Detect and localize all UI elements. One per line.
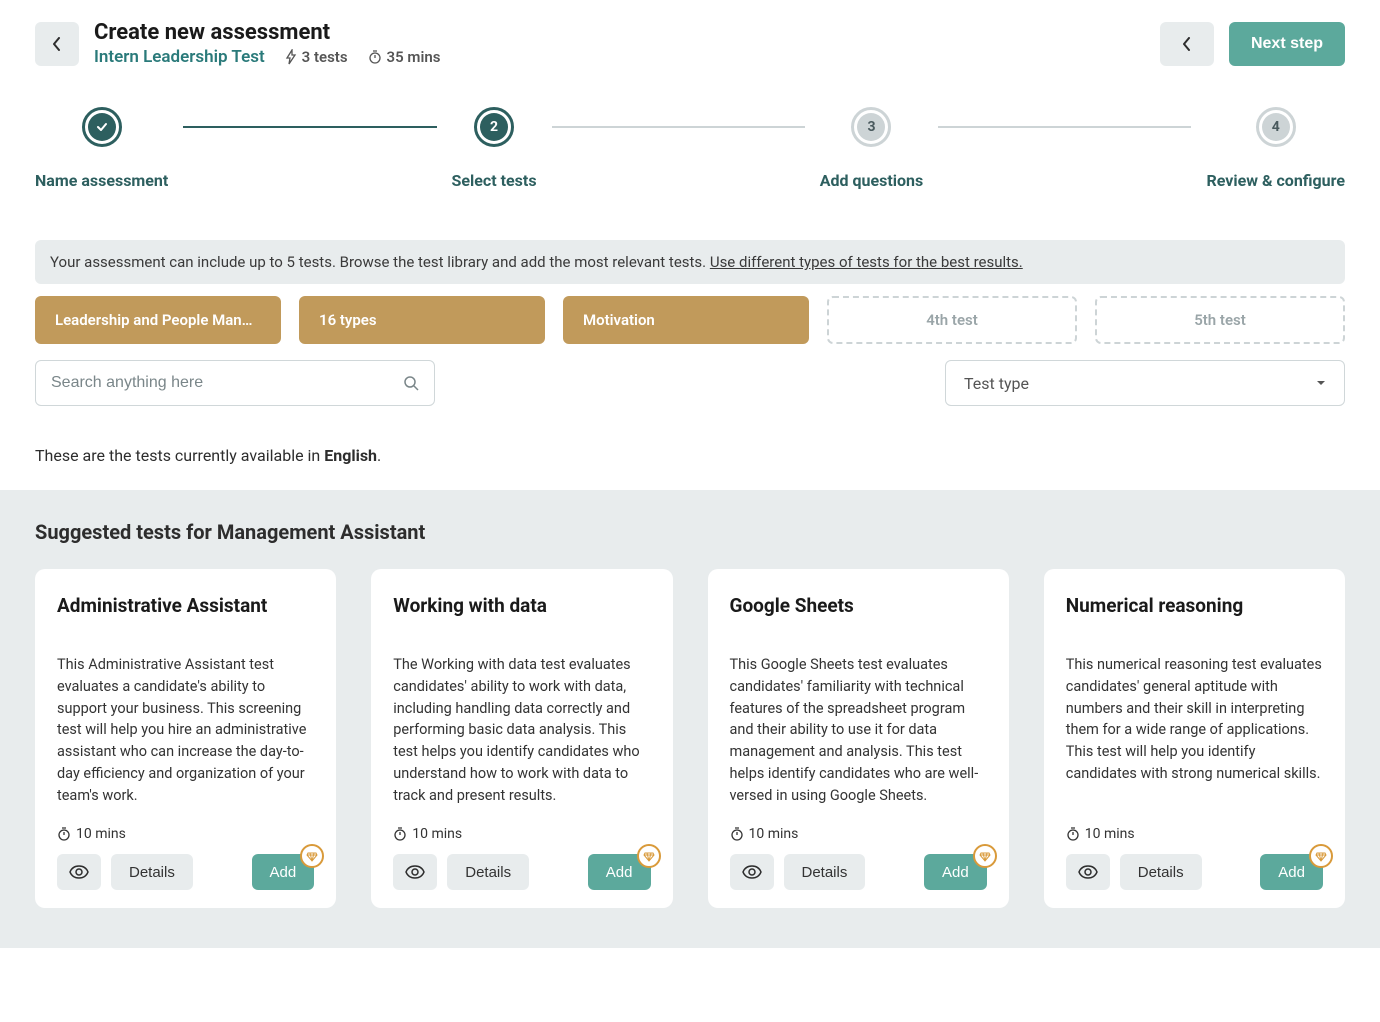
card-description: This Administrative Assistant test evalu…: [57, 654, 314, 806]
premium-badge: [637, 844, 661, 868]
step-select-tests[interactable]: 2 Select tests: [452, 107, 537, 190]
timer-icon: [730, 827, 744, 841]
stepper: Name assessment 2 Select tests 3 Add que…: [35, 107, 1345, 190]
card-duration: 10 mins: [57, 826, 314, 842]
tests-count: 3 tests: [285, 48, 348, 66]
eye-icon: [405, 865, 425, 879]
next-step-button[interactable]: Next step: [1229, 22, 1345, 66]
step-name-assessment[interactable]: Name assessment: [35, 107, 168, 190]
premium-badge: [1309, 844, 1333, 868]
eye-icon: [1078, 865, 1098, 879]
add-button[interactable]: Add: [588, 854, 651, 890]
card-title: Administrative Assistant: [57, 594, 314, 654]
card-duration: 10 mins: [1066, 826, 1323, 842]
diamond-icon: [306, 850, 318, 862]
back-button[interactable]: [35, 22, 79, 66]
caret-down-icon: [1316, 380, 1326, 386]
search-icon: [403, 375, 419, 391]
card-title: Google Sheets: [730, 594, 987, 654]
suggested-title: Suggested tests for Management Assistant: [35, 520, 1345, 544]
details-button[interactable]: Details: [784, 854, 866, 890]
add-button[interactable]: Add: [252, 854, 315, 890]
test-card: Google Sheets This Google Sheets test ev…: [708, 569, 1009, 908]
timer-icon: [57, 827, 71, 841]
test-slot-4[interactable]: 4th test: [827, 296, 1077, 344]
check-icon: [95, 120, 109, 134]
details-button[interactable]: Details: [1120, 854, 1202, 890]
step-add-questions[interactable]: 3 Add questions: [820, 107, 923, 190]
timer-icon: [368, 50, 382, 64]
duration: 35 mins: [368, 48, 441, 66]
test-slots: Leadership and People Man… 16 types Moti…: [35, 296, 1345, 344]
card-duration: 10 mins: [730, 826, 987, 842]
details-button[interactable]: Details: [111, 854, 193, 890]
chevron-left-icon: [1182, 37, 1192, 51]
timer-icon: [393, 827, 407, 841]
preview-button[interactable]: [393, 854, 437, 890]
assessment-name: Intern Leadership Test: [94, 47, 265, 67]
card-description: This Google Sheets test evaluates candid…: [730, 654, 987, 806]
details-button[interactable]: Details: [447, 854, 529, 890]
test-slot-3[interactable]: Motivation: [563, 296, 809, 344]
card-title: Numerical reasoning: [1066, 594, 1323, 654]
test-card: Numerical reasoning This numerical reaso…: [1044, 569, 1345, 908]
page-title: Create new assessment: [94, 20, 1145, 45]
chevron-left-icon: [52, 37, 62, 51]
add-button[interactable]: Add: [1260, 854, 1323, 890]
test-card: Working with data The Working with data …: [371, 569, 672, 908]
premium-badge: [300, 844, 324, 868]
prev-step-button[interactable]: [1160, 22, 1214, 66]
eye-icon: [742, 865, 762, 879]
preview-button[interactable]: [730, 854, 774, 890]
step-connector: [938, 126, 1191, 128]
diamond-icon: [979, 850, 991, 862]
step-connector: [552, 126, 805, 128]
preview-button[interactable]: [57, 854, 101, 890]
card-title: Working with data: [393, 594, 650, 654]
test-slot-2[interactable]: 16 types: [299, 296, 545, 344]
test-type-dropdown[interactable]: Test type: [945, 360, 1345, 406]
info-link[interactable]: Use different types of tests for the bes…: [710, 253, 1023, 271]
language-note: These are the tests currently available …: [35, 446, 1345, 465]
info-banner: Your assessment can include up to 5 test…: [35, 240, 1345, 284]
test-slot-5[interactable]: 5th test: [1095, 296, 1345, 344]
add-button[interactable]: Add: [924, 854, 987, 890]
diamond-icon: [643, 850, 655, 862]
lightning-icon: [285, 49, 297, 65]
eye-icon: [69, 865, 89, 879]
card-duration: 10 mins: [393, 826, 650, 842]
preview-button[interactable]: [1066, 854, 1110, 890]
test-card: Administrative Assistant This Administra…: [35, 569, 336, 908]
header: Create new assessment Intern Leadership …: [35, 20, 1345, 67]
search-input[interactable]: [51, 374, 403, 392]
step-review-configure[interactable]: 4 Review & configure: [1206, 107, 1345, 190]
test-slot-1[interactable]: Leadership and People Man…: [35, 296, 281, 344]
search-box[interactable]: [35, 360, 435, 406]
card-description: The Working with data test evaluates can…: [393, 654, 650, 806]
diamond-icon: [1315, 850, 1327, 862]
card-description: This numerical reasoning test evaluates …: [1066, 654, 1323, 806]
timer-icon: [1066, 827, 1080, 841]
premium-badge: [973, 844, 997, 868]
step-connector: [183, 126, 436, 128]
